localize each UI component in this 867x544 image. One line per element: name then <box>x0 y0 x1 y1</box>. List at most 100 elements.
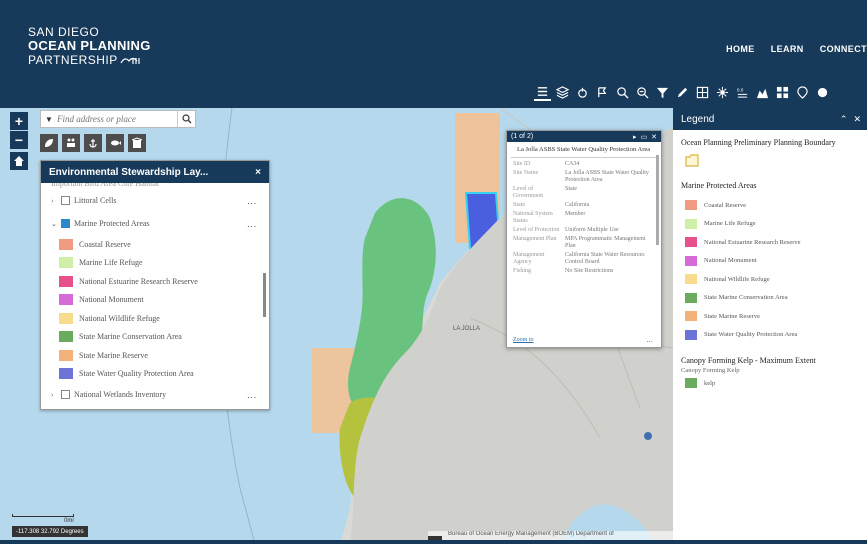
legend-collapse-icon[interactable]: ⌃ <box>840 114 848 125</box>
popup-close-button[interactable]: ✕ <box>651 133 657 141</box>
legend-swatch <box>685 237 697 248</box>
layer-group-button-1[interactable] <box>40 134 58 152</box>
legend-title: Legend <box>681 113 715 125</box>
layer-group-button-2[interactable] <box>62 134 80 152</box>
print-icon[interactable] <box>574 83 591 101</box>
legend-label: State Water Quality Protection Area <box>79 369 194 379</box>
people-icon <box>67 138 75 147</box>
popup-scrollbar[interactable] <box>656 155 659 245</box>
legend-item: Coastal Reserve <box>673 196 867 215</box>
building-icon <box>131 137 143 148</box>
legend-panel: Legend ⌃ ✕ Ocean Planning Preliminary Pl… <box>673 108 867 544</box>
settings-icon[interactable] <box>814 83 831 101</box>
legend-swatch <box>685 378 697 389</box>
legend-swatch <box>685 218 697 229</box>
attribute-row: Management Plan MPA Programmatic Manageme… <box>513 235 657 251</box>
leaf-icon <box>45 139 53 147</box>
layer-item-littoral-cells[interactable]: › Littoral Cells ... <box>41 189 269 212</box>
grid-icon[interactable] <box>774 83 791 101</box>
legend-label: State Marine Reserve <box>704 312 760 320</box>
attribute-key: Site ID <box>513 161 531 167</box>
coordinate-icon[interactable]: 0.0 <box>734 83 751 101</box>
legend-item: State Marine Reserve <box>41 346 269 365</box>
search-input[interactable] <box>57 114 177 124</box>
popup-maximize-button[interactable]: ▭ <box>641 133 648 141</box>
wave-logo-icon <box>120 57 140 64</box>
layer-options-button[interactable]: ... <box>247 390 257 400</box>
expand-icon[interactable]: › <box>51 391 59 399</box>
search-button[interactable] <box>177 111 195 127</box>
layer-options-button[interactable]: ... <box>247 196 257 206</box>
attribute-row: Site Name La Jolla ASBS State Water Quali… <box>513 169 657 185</box>
legend-swatch <box>685 255 697 266</box>
legend-item: Marine Life Refuge <box>41 254 269 273</box>
zoom-to-link[interactable]: Zoom to <box>513 337 534 343</box>
legend-label: National Monument <box>704 257 757 265</box>
layer-checkbox-checked[interactable] <box>61 219 70 228</box>
locate-icon[interactable] <box>794 83 811 101</box>
legend-boundary-title: Ocean Planning Preliminary Planning Boun… <box>681 138 836 147</box>
layer-checkbox[interactable] <box>61 390 70 399</box>
layer-checkbox[interactable] <box>61 196 70 205</box>
legend-item: Coastal Reserve <box>41 235 269 254</box>
table-icon[interactable] <box>694 83 711 101</box>
legend-label: State Marine Reserve <box>79 350 148 360</box>
legend-label: National Wildlife Refuge <box>79 313 160 323</box>
popup-header: (1 of 2) ▸ ▭ ✕ <box>507 131 661 142</box>
legend-close-icon[interactable]: ✕ <box>853 114 861 125</box>
layer-panel-close-button[interactable]: × <box>255 167 261 178</box>
popup-next-button[interactable]: ▸ <box>633 133 637 141</box>
nav-home[interactable]: HOME <box>726 44 755 54</box>
attribute-key: Level of Government <box>513 186 543 199</box>
layer-item-marine-protected-areas[interactable]: ⌄ Marine Protected Areas ... <box>41 212 269 235</box>
layer-group-buttons <box>40 134 146 152</box>
attribute-key: National System Status <box>513 211 553 224</box>
legend-label: National Wildlife Refuge <box>704 275 770 283</box>
legend-swatch <box>59 349 73 361</box>
query-icon[interactable] <box>634 83 651 101</box>
filter-icon[interactable] <box>654 83 671 101</box>
legend-boundary-symbol <box>673 148 867 169</box>
bookmark-icon[interactable] <box>614 83 631 101</box>
basemap-gallery-icon[interactable] <box>554 83 571 101</box>
measure-icon[interactable] <box>594 83 611 101</box>
layer-panel-body[interactable]: Important Bird Area Core Habitat › Litto… <box>41 183 269 409</box>
layer-group-button-3[interactable] <box>84 134 102 152</box>
layer-group-button-5[interactable] <box>128 134 146 152</box>
layer-list-icon[interactable] <box>534 83 551 101</box>
select-icon[interactable] <box>754 83 771 101</box>
home-button[interactable] <box>10 152 28 170</box>
svg-text:0.0: 0.0 <box>737 87 744 92</box>
top-navigation: HOME LEARN CONNECT <box>726 44 867 54</box>
layer-item-national-wetlands-inventory[interactable]: › National Wetlands Inventory ... <box>41 383 269 406</box>
zoom-out-button[interactable]: − <box>10 131 28 149</box>
legend-swatch <box>59 331 73 343</box>
nav-connect[interactable]: CONNECT <box>820 44 867 54</box>
fish-icon <box>111 140 121 146</box>
draw-icon[interactable] <box>674 83 691 101</box>
attribute-key: Management Plan <box>513 236 557 242</box>
legend-label: Marine Life Refuge <box>79 258 143 268</box>
layer-options-button[interactable]: ... <box>247 219 257 229</box>
popup-counter: (1 of 2) <box>511 133 534 140</box>
expand-icon[interactable]: › <box>51 197 59 205</box>
layer-panel-header: Environmental Stewardship Lay... × <box>41 161 269 183</box>
share-icon[interactable] <box>714 83 731 101</box>
nav-learn[interactable]: LEARN <box>771 44 804 54</box>
layer-panel-scrollbar[interactable] <box>263 273 266 317</box>
widget-toolbar: 0.0 <box>534 83 831 103</box>
search-icon <box>181 114 191 124</box>
layer-item-label: Marine Protected Areas <box>74 219 150 228</box>
layer-group-button-4[interactable] <box>106 134 124 152</box>
site-logo[interactable]: SAN DIEGO OCEAN PLANNING PARTNERSHIP <box>28 26 151 67</box>
legend-label: Coastal Reserve <box>704 201 747 209</box>
search-source-dropdown[interactable]: ▼ <box>41 115 57 124</box>
boundary-outline-icon <box>685 154 699 167</box>
popup-more-button[interactable]: ... <box>646 335 653 344</box>
feature-popup: (1 of 2) ▸ ▭ ✕ La Jolla ASBS State Water… <box>506 130 662 348</box>
attribute-row: Level of Government State <box>513 185 657 201</box>
collapse-icon[interactable]: ⌄ <box>51 220 59 228</box>
legend-swatch <box>685 311 697 322</box>
legend-item: State Water Quality Protection Area <box>673 326 867 345</box>
zoom-in-button[interactable]: + <box>10 112 28 130</box>
